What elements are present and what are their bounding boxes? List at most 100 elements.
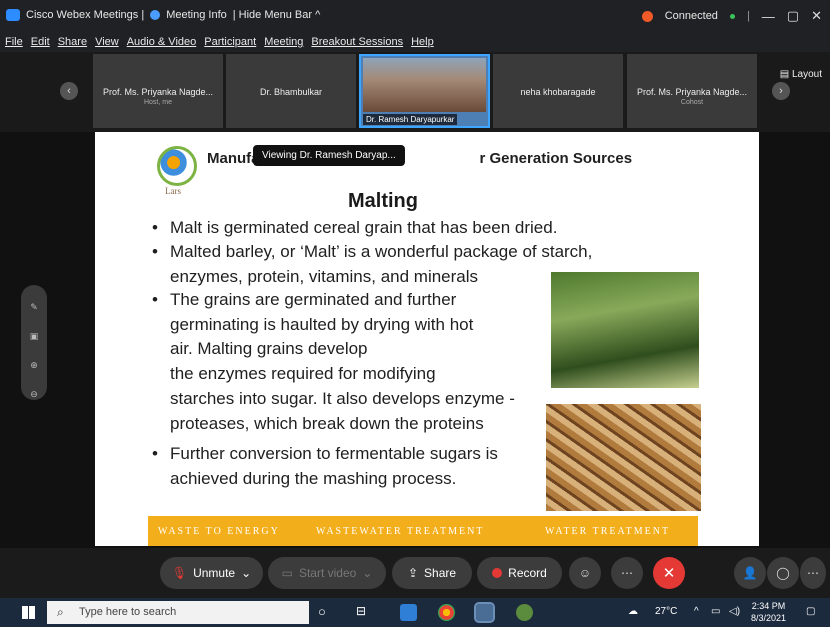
start-video-label: Start video <box>298 566 357 580</box>
share-label: Share <box>424 566 457 580</box>
edge-browser-icon[interactable] <box>400 604 417 621</box>
participant-tile[interactable]: Prof. Ms. Priyanka Nagde... Cohost <box>627 54 757 128</box>
bullet-line: germinating is haulted by drying with ho… <box>170 315 474 334</box>
shared-slide: Lars Manufacturing prr Generation Source… <box>95 132 759 546</box>
clock-date: 8/3/2021 <box>751 613 787 623</box>
task-view-icon[interactable]: ⊟ <box>356 604 373 621</box>
menu-bar: File Edit Share View Audio & Video Parti… <box>0 32 830 52</box>
footer-item: WASTEWATER TREATMENT <box>316 526 485 537</box>
participant-name: Dr. Ramesh Daryapurkar <box>363 114 458 125</box>
smile-icon: ☺ <box>578 566 592 580</box>
close-window-button[interactable]: ✕ <box>811 8 822 24</box>
connection-status[interactable]: Connected <box>665 10 718 22</box>
notifications-icon[interactable]: ▢ <box>806 606 815 617</box>
strip-next-arrow-icon[interactable]: › <box>772 82 790 100</box>
share-icon: ⇪ <box>407 566 419 580</box>
chrome-icon[interactable] <box>438 604 455 621</box>
chevron-down-icon[interactable]: ⌄ <box>241 566 251 580</box>
participants-panel-button[interactable]: 👤 <box>734 557 766 589</box>
clock-time: 2:34 PM <box>751 601 786 611</box>
pointer-tool-icon[interactable]: ✎ <box>21 293 47 322</box>
hide-menu-bar-button[interactable]: | Hide Menu Bar ^ <box>233 9 321 21</box>
chat-panel-button[interactable]: ◯ <box>767 557 799 589</box>
bullet-line: • Further conversion to fermentable sugar… <box>152 444 498 463</box>
menu-view[interactable]: View <box>95 36 119 48</box>
minimize-button[interactable]: — <box>762 9 775 24</box>
bullet-line: proteases, which break down the proteins <box>170 414 484 433</box>
zoom-out-icon[interactable]: ⊖ <box>21 380 47 409</box>
bullet-line: achieved during the mashing process. <box>170 469 457 488</box>
meeting-info-link[interactable]: Meeting Info <box>166 9 227 21</box>
title-bar: Cisco Webex Meetings | Meeting Info | Hi… <box>0 0 830 32</box>
start-video-button[interactable]: ▭ Start video ⌄ <box>268 557 386 589</box>
menu-edit[interactable]: Edit <box>31 36 50 48</box>
more-icon: ⋯ <box>621 566 633 580</box>
footer-item: WASTE TO ENERGY <box>158 526 280 537</box>
record-label: Record <box>508 566 547 580</box>
participant-video <box>363 58 486 112</box>
participant-name: Prof. Ms. Priyanka Nagde... <box>636 87 748 97</box>
lars-logo <box>157 146 197 186</box>
menu-participant[interactable]: Participant <box>204 36 256 48</box>
unmute-label: Unmute <box>193 566 236 580</box>
app-taskbar-icon[interactable] <box>516 604 533 621</box>
windows-start-icon[interactable] <box>22 606 35 619</box>
chevron-down-icon[interactable]: ⌄ <box>362 566 372 580</box>
record-button[interactable]: Record <box>477 557 562 589</box>
share-button[interactable]: ⇪ Share <box>392 557 472 589</box>
webex-logo-icon <box>6 9 20 21</box>
participant-tile[interactable]: neha khobaragade <box>493 54 623 128</box>
windows-taskbar: ⌕ Type here to search ○ ⊟ ☁ 27°C ^ ▭ ◁) … <box>0 598 830 627</box>
title-separator: | <box>746 10 750 22</box>
viewing-tooltip: Viewing Dr. Ramesh Daryap... <box>253 145 405 166</box>
more-icon: ⋯ <box>807 566 819 580</box>
participant-tile-active-speaker[interactable]: Dr. Ramesh Daryapurkar <box>359 54 490 128</box>
restore-button[interactable]: ▢ <box>787 8 799 24</box>
participant-tile[interactable]: Prof. Ms. Priyanka Nagde... Host, me <box>93 54 223 128</box>
menu-audio-video[interactable]: Audio & Video <box>127 36 197 48</box>
layout-label: Layout <box>791 69 822 80</box>
participant-name: Prof. Ms. Priyanka Nagde... <box>102 87 214 97</box>
participant-tile[interactable]: Dr. Bhambulkar <box>226 54 356 128</box>
more-options-button[interactable]: ⋯ <box>611 557 643 589</box>
bullet-line: the enzymes required for modifying <box>170 364 436 383</box>
status-dot-icon <box>729 13 735 19</box>
app-title: Cisco Webex Meetings | <box>26 9 145 21</box>
barley-field-image <box>551 272 699 388</box>
cortana-icon[interactable]: ○ <box>318 604 335 621</box>
info-icon <box>150 10 161 20</box>
leave-meeting-button[interactable]: ✕ <box>653 557 685 589</box>
menu-meeting[interactable]: Meeting <box>264 36 303 48</box>
video-off-icon: ▭ <box>281 566 293 580</box>
temperature[interactable]: 27°C <box>655 606 677 617</box>
menu-breakout-sessions[interactable]: Breakout Sessions <box>311 36 403 48</box>
chevron-up-icon[interactable]: ^ <box>694 606 699 617</box>
connection-icon <box>641 10 653 22</box>
menu-help[interactable]: Help <box>411 36 434 48</box>
slide-footer-band: WASTE TO ENERGY WASTEWATER TREATMENT WAT… <box>148 516 698 546</box>
annotation-toolbar: ✎ ▣ ⊕ ⊖ <box>21 285 47 400</box>
zoom-in-icon[interactable]: ⊕ <box>21 351 47 380</box>
webex-taskbar-icon[interactable] <box>474 602 495 623</box>
menu-share[interactable]: Share <box>58 36 87 48</box>
volume-icon[interactable]: ◁) <box>729 606 740 617</box>
slide-header-right: r Generation Sources <box>479 150 633 167</box>
unmute-button[interactable]: 🎙 Unmute ⌄ <box>160 557 263 589</box>
menu-file[interactable]: File <box>5 36 23 48</box>
reactions-button[interactable]: ☺ <box>569 557 601 589</box>
taskbar-clock[interactable]: 2:34 PM 8/3/2021 <box>751 600 786 624</box>
taskbar-search-input[interactable]: ⌕ Type here to search <box>47 601 309 624</box>
layout-button[interactable]: ▤ Layout <box>780 69 822 80</box>
mic-muted-icon: 🎙 <box>171 566 188 580</box>
participants-icon: 👤 <box>742 566 758 580</box>
more-panels-button[interactable]: ⋯ <box>800 557 826 589</box>
fit-tool-icon[interactable]: ▣ <box>21 322 47 351</box>
footer-item: WATER TREATMENT <box>545 526 671 537</box>
meeting-controls: 🎙 Unmute ⌄ ▭ Start video ⌄ ⇪ Share Recor… <box>0 548 830 598</box>
network-icon[interactable]: ▭ <box>711 606 720 617</box>
bullet-line: • Malted barley, or ‘Malt’ is a wonderful… <box>152 242 593 261</box>
weather-icon[interactable]: ☁ <box>628 606 638 617</box>
strip-prev-arrow-icon[interactable]: ‹ <box>60 82 78 100</box>
logo-text: Lars <box>165 186 181 196</box>
participant-role: Cohost <box>680 99 704 106</box>
